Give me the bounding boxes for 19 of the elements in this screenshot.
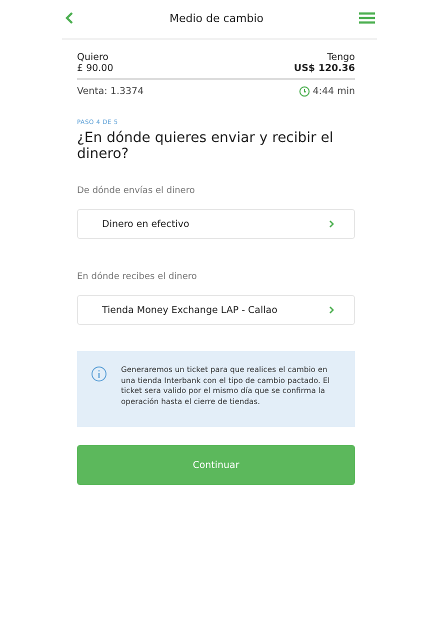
- timer: 4:44 min: [312, 86, 355, 97]
- menu-icon: [358, 12, 375, 24]
- have-label: Tengo: [326, 52, 355, 63]
- chevron-icon: [329, 306, 334, 314]
- chevron-icon: [329, 220, 334, 228]
- back-icon: [64, 11, 74, 25]
- option-selector[interactable]: Dinero en efectivo: [77, 209, 355, 239]
- page-title: Medio de cambio: [169, 12, 264, 24]
- section-label: En dónde recibes el dinero: [77, 272, 198, 282]
- clock-icon: [298, 86, 310, 97]
- step-heading: ¿En dónde quieres enviar y recibir el dinero?: [77, 130, 334, 162]
- menu-button[interactable]: [356, 10, 377, 26]
- have-amount: US$ 120.36: [294, 63, 355, 74]
- info-icon: [91, 366, 107, 382]
- exchange-rate: Venta: 1.3374: [77, 86, 144, 97]
- section-label: De dónde envías el dinero: [77, 186, 196, 196]
- want-label: Quiero: [77, 52, 110, 63]
- option-selector[interactable]: Tienda Money Exchange LAP - Callao: [77, 295, 355, 325]
- want-amount: £ 90.00: [77, 63, 114, 74]
